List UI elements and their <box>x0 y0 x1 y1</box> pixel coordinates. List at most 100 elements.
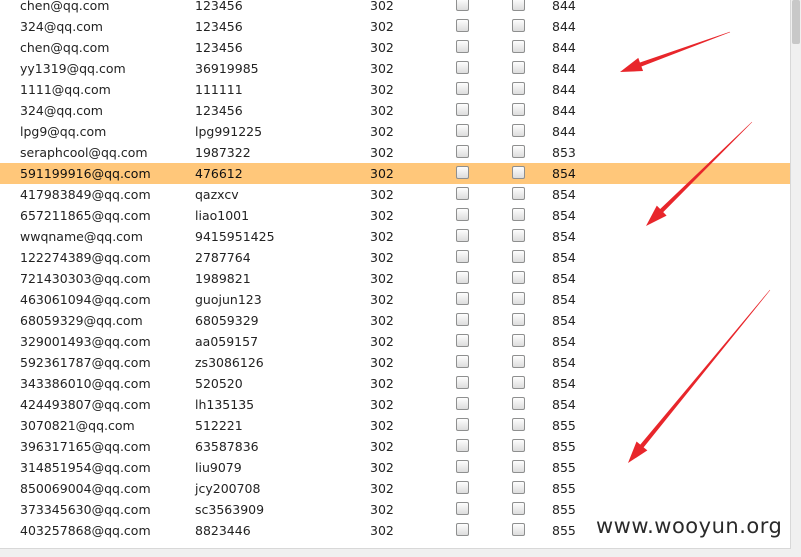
email-cell: chen@qq.com <box>20 40 110 55</box>
code-cell: 302 <box>370 481 394 496</box>
number-cell: 854 <box>552 376 576 391</box>
row-checkbox-2[interactable] <box>512 250 525 263</box>
table-row[interactable]: 850069004@qq.com jcy200708 302 855 <box>0 478 791 499</box>
row-checkbox-1[interactable] <box>456 313 469 326</box>
table-row[interactable]: 657211865@qq.com liao1001 302 854 <box>0 205 791 226</box>
table-row[interactable]: 424493807@qq.com lh135135 302 854 <box>0 394 791 415</box>
row-checkbox-2[interactable] <box>512 187 525 200</box>
row-checkbox-2[interactable] <box>512 502 525 515</box>
vertical-scrollbar[interactable] <box>790 0 801 557</box>
table-row[interactable]: 122274389@qq.com 2787764 302 854 <box>0 247 791 268</box>
row-checkbox-2[interactable] <box>512 124 525 137</box>
row-checkbox-2[interactable] <box>512 145 525 158</box>
password-cell: guojun123 <box>195 292 262 307</box>
row-checkbox-2[interactable] <box>512 334 525 347</box>
row-checkbox-2[interactable] <box>512 61 525 74</box>
vertical-scrollbar-thumb[interactable] <box>792 0 800 44</box>
row-checkbox-1[interactable] <box>456 355 469 368</box>
row-checkbox-1[interactable] <box>456 145 469 158</box>
table-row[interactable]: 343386010@qq.com 520520 302 854 <box>0 373 791 394</box>
password-cell: 1987322 <box>195 145 251 160</box>
row-checkbox-1[interactable] <box>456 460 469 473</box>
row-checkbox-2[interactable] <box>512 439 525 452</box>
row-checkbox-1[interactable] <box>456 481 469 494</box>
watermark: www.wooyun.org <box>596 514 783 538</box>
number-cell: 854 <box>552 334 576 349</box>
row-checkbox-1[interactable] <box>456 229 469 242</box>
row-checkbox-1[interactable] <box>456 523 469 536</box>
row-checkbox-1[interactable] <box>456 334 469 347</box>
row-checkbox-2[interactable] <box>512 397 525 410</box>
row-checkbox-1[interactable] <box>456 502 469 515</box>
table-row[interactable]: 329001493@qq.com aa059157 302 854 <box>0 331 791 352</box>
row-checkbox-2[interactable] <box>512 0 525 11</box>
row-checkbox-2[interactable] <box>512 271 525 284</box>
table-row[interactable]: 1111@qq.com 111111 302 844 <box>0 79 791 100</box>
row-checkbox-2[interactable] <box>512 418 525 431</box>
table-row[interactable]: 463061094@qq.com guojun123 302 854 <box>0 289 791 310</box>
table-row[interactable]: 591199916@qq.com 476612 302 854 <box>0 163 791 184</box>
table-row[interactable]: seraphcool@qq.com 1987322 302 853 <box>0 142 791 163</box>
table-row[interactable]: wwqname@qq.com 9415951425 302 854 <box>0 226 791 247</box>
password-cell: 9415951425 <box>195 229 275 244</box>
row-checkbox-2[interactable] <box>512 19 525 32</box>
row-checkbox-1[interactable] <box>456 82 469 95</box>
row-checkbox-2[interactable] <box>512 208 525 221</box>
row-checkbox-2[interactable] <box>512 103 525 116</box>
row-checkbox-1[interactable] <box>456 0 469 11</box>
table-row[interactable]: 324@qq.com 123456 302 844 <box>0 100 791 121</box>
code-cell: 302 <box>370 82 394 97</box>
table-row[interactable]: 721430303@qq.com 1989821 302 854 <box>0 268 791 289</box>
row-checkbox-1[interactable] <box>456 397 469 410</box>
row-checkbox-2[interactable] <box>512 376 525 389</box>
row-checkbox-2[interactable] <box>512 40 525 53</box>
password-cell: liu9079 <box>195 460 242 475</box>
password-cell: 1989821 <box>195 271 251 286</box>
row-checkbox-2[interactable] <box>512 166 525 179</box>
row-checkbox-1[interactable] <box>456 61 469 74</box>
password-cell: 36919985 <box>195 61 259 76</box>
code-cell: 302 <box>370 502 394 517</box>
row-checkbox-1[interactable] <box>456 19 469 32</box>
row-checkbox-2[interactable] <box>512 481 525 494</box>
row-checkbox-2[interactable] <box>512 229 525 242</box>
email-cell: 68059329@qq.com <box>20 313 143 328</box>
horizontal-scrollbar[interactable] <box>0 548 791 557</box>
row-checkbox-1[interactable] <box>456 250 469 263</box>
row-checkbox-2[interactable] <box>512 460 525 473</box>
table-row[interactable]: 68059329@qq.com 68059329 302 854 <box>0 310 791 331</box>
table-row[interactable]: lpg9@qq.com lpg991225 302 844 <box>0 121 791 142</box>
code-cell: 302 <box>370 0 394 13</box>
row-checkbox-1[interactable] <box>456 166 469 179</box>
row-checkbox-1[interactable] <box>456 103 469 116</box>
table-row[interactable]: 324@qq.com 123456 302 844 <box>0 16 791 37</box>
row-checkbox-1[interactable] <box>456 418 469 431</box>
row-checkbox-1[interactable] <box>456 271 469 284</box>
number-cell: 844 <box>552 0 576 13</box>
row-checkbox-1[interactable] <box>456 439 469 452</box>
row-checkbox-1[interactable] <box>456 376 469 389</box>
table-row[interactable]: 592361787@qq.com zs3086126 302 854 <box>0 352 791 373</box>
table-row[interactable]: 3070821@qq.com 512221 302 855 <box>0 415 791 436</box>
code-cell: 302 <box>370 397 394 412</box>
table-row[interactable]: 417983849@qq.com qazxcv 302 854 <box>0 184 791 205</box>
table-row[interactable]: chen@qq.com 123456 302 844 <box>0 37 791 58</box>
table-row[interactable]: yy1319@qq.com 36919985 302 844 <box>0 58 791 79</box>
row-checkbox-2[interactable] <box>512 523 525 536</box>
row-checkbox-1[interactable] <box>456 187 469 200</box>
row-checkbox-2[interactable] <box>512 292 525 305</box>
number-cell: 844 <box>552 19 576 34</box>
row-checkbox-1[interactable] <box>456 208 469 221</box>
row-checkbox-2[interactable] <box>512 355 525 368</box>
table-row[interactable]: 396317165@qq.com 63587836 302 855 <box>0 436 791 457</box>
password-cell: liao1001 <box>195 208 250 223</box>
row-checkbox-2[interactable] <box>512 82 525 95</box>
row-checkbox-2[interactable] <box>512 313 525 326</box>
password-cell: jcy200708 <box>195 481 261 496</box>
row-checkbox-1[interactable] <box>456 40 469 53</box>
table-row[interactable]: 314851954@qq.com liu9079 302 855 <box>0 457 791 478</box>
row-checkbox-1[interactable] <box>456 124 469 137</box>
row-checkbox-1[interactable] <box>456 292 469 305</box>
email-cell: chen@qq.com <box>20 0 110 13</box>
table-row[interactable]: chen@qq.com 123456 302 844 <box>0 0 791 16</box>
